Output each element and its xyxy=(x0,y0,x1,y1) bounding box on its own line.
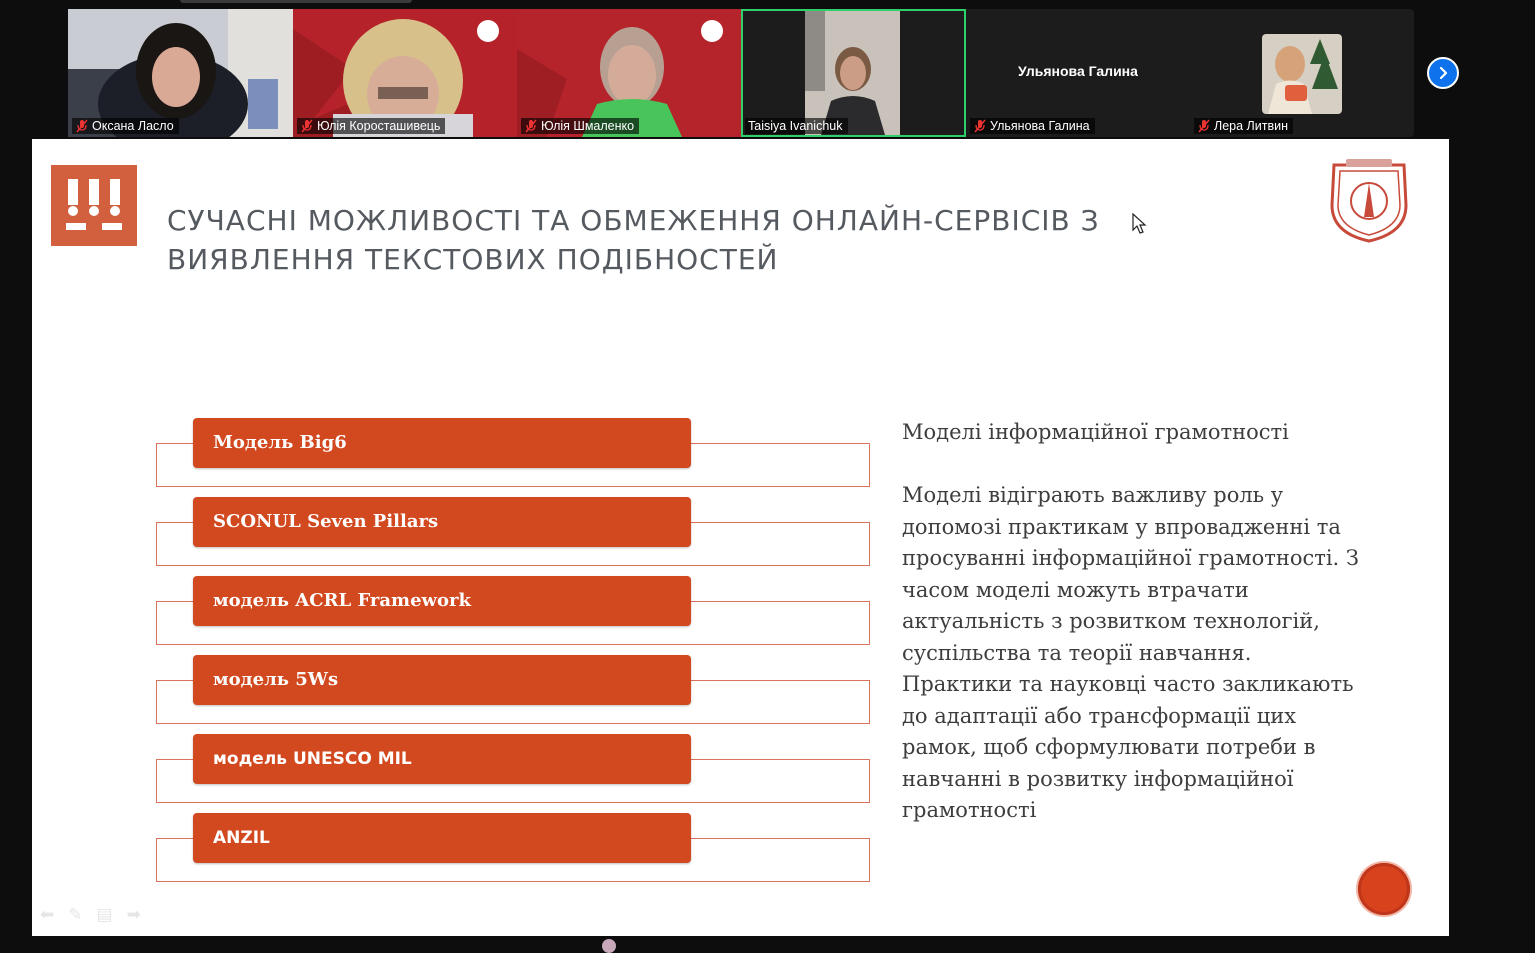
mic-off-icon xyxy=(76,119,88,133)
arrow-left-icon[interactable]: ⬅ xyxy=(40,905,54,925)
participant-tile[interactable]: Юлія Шмаленко xyxy=(517,9,741,137)
model-item: модель ACRL Framework xyxy=(156,576,870,646)
participant-tile[interactable]: Ульянова Галина Ульянова Галина xyxy=(966,9,1190,137)
participant-name-tag: Юлія Короcташивець xyxy=(297,118,446,134)
top-handle xyxy=(180,0,412,3)
logo-icon xyxy=(66,179,122,230)
university-seal-icon xyxy=(1330,159,1408,243)
participant-name-tag: Оксана Ласло xyxy=(72,118,179,134)
participant-strip: Оксана Ласло Юлія Короcташивець Юлія Шма… xyxy=(68,9,1414,137)
mic-off-icon xyxy=(525,119,537,133)
slide-title-line2: ВИЯВЛЕННЯ ТЕКСТОВИХ ПОДІБНОСТЕЙ xyxy=(167,243,779,276)
participant-tile-active[interactable]: Taisiya Ivanichuk xyxy=(741,9,966,137)
slide-body-text: Моделі інформаційної грамотності Моделі … xyxy=(902,417,1362,827)
participant-tile[interactable]: Лера Литвин xyxy=(1190,9,1414,137)
participant-name-tag: Ульянова Галина xyxy=(970,118,1095,134)
shared-slide: СУЧАСНІ МОЖЛИВОСТІ ТА ОБМЕЖЕННЯ ОНЛАЙН-С… xyxy=(32,139,1449,936)
slide-title: СУЧАСНІ МОЖЛИВОСТІ ТА ОБМЕЖЕННЯ ОНЛАЙН-С… xyxy=(167,201,1217,279)
model-item-label: модель 5Ws xyxy=(193,655,691,705)
participant-name-tag: Taisiya Ivanichuk xyxy=(745,118,848,134)
slide-nav-controls: ⬅ ✎ ▤ ➡ xyxy=(40,905,141,925)
model-item: модель UNESCO MIL xyxy=(156,734,870,804)
participant-tile[interactable]: Юлія Короcташивець xyxy=(293,9,517,137)
model-item: SCONUL Seven Pillars xyxy=(156,497,870,567)
mic-off-icon xyxy=(301,119,313,133)
participant-name-tag: Юлія Шмаленко xyxy=(521,118,640,134)
body-heading: Моделі інформаційної грамотності xyxy=(902,420,1289,444)
model-item-label: Модель Big6 xyxy=(193,418,691,468)
next-participants-button[interactable] xyxy=(1427,57,1459,89)
mic-off-icon xyxy=(974,119,986,133)
menu-icon[interactable]: ▤ xyxy=(97,905,113,925)
model-item: модель 5Ws xyxy=(156,655,870,725)
model-item-label: SCONUL Seven Pillars xyxy=(193,497,691,547)
participant-name-tag: Лера Литвин xyxy=(1194,118,1293,134)
model-item-label: ANZIL xyxy=(193,813,691,863)
body-paragraph: Моделі відіграють важливу роль у допомоз… xyxy=(902,483,1359,822)
chevron-right-icon xyxy=(1439,66,1448,80)
model-item: Модель Big6 xyxy=(156,418,870,488)
participant-tile[interactable]: Оксана Ласло xyxy=(68,9,293,137)
model-item-label: модель ACRL Framework xyxy=(193,576,691,626)
organization-logo xyxy=(51,165,137,246)
model-item-label: модель UNESCO MIL xyxy=(193,734,691,784)
participant-display-name: Ульянова Галина xyxy=(1018,63,1138,79)
slide-action-button[interactable] xyxy=(1358,863,1410,915)
bottom-indicator xyxy=(602,939,616,953)
pen-icon[interactable]: ✎ xyxy=(68,905,82,925)
arrow-right-icon[interactable]: ➡ xyxy=(127,905,141,925)
mouse-cursor-icon xyxy=(1132,213,1147,234)
mic-off-icon xyxy=(1198,119,1210,133)
model-item: ANZIL xyxy=(156,813,870,883)
slide-title-line1: СУЧАСНІ МОЖЛИВОСТІ ТА ОБМЕЖЕННЯ ОНЛАЙН-С… xyxy=(167,204,1100,237)
